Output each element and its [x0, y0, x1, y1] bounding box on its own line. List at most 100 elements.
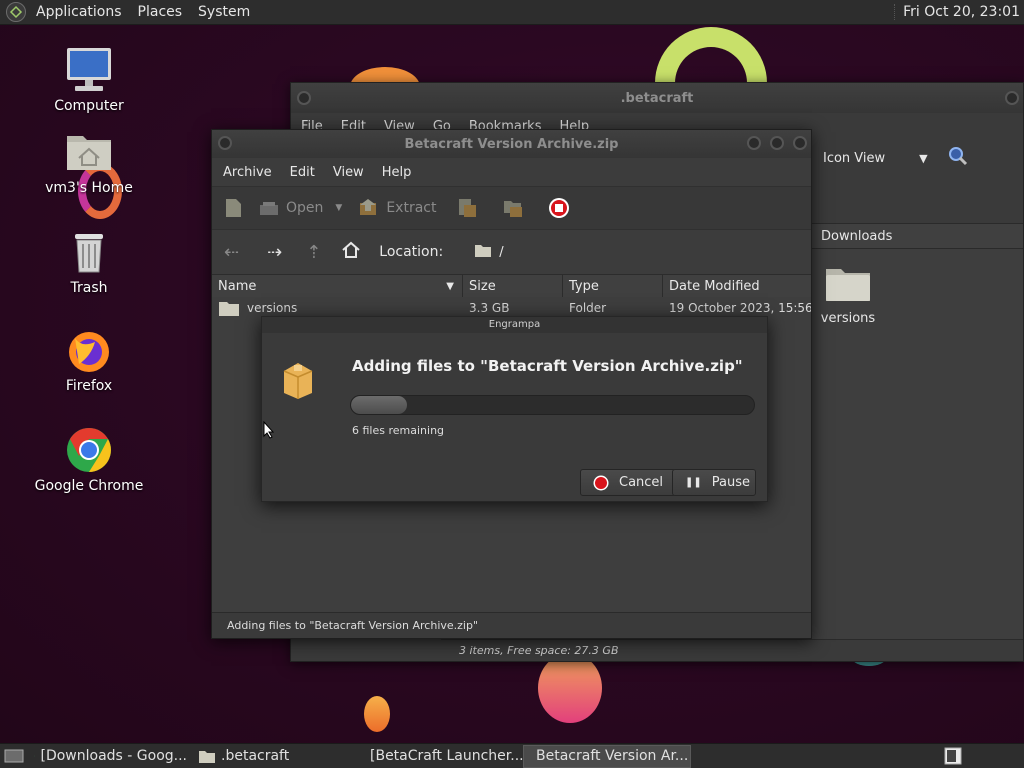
desktop-icon-label: vm3's Home: [45, 180, 133, 196]
firefox-icon: [65, 326, 113, 374]
home-icon[interactable]: [341, 240, 361, 264]
pause-label: Pause: [711, 475, 750, 490]
location-label: Location:: [379, 244, 444, 260]
computer-icon: [65, 46, 113, 94]
add-files-icon[interactable]: [456, 197, 478, 219]
location-bar: ⇠ ⇢ ⇡ Location: /: [212, 230, 811, 274]
window-menu-button[interactable]: [218, 136, 232, 150]
taskbar-item-archive[interactable]: Betacraft Version Ar...: [523, 744, 691, 768]
chrome-icon: [65, 426, 113, 474]
desktop-icon-firefox[interactable]: Firefox: [34, 326, 144, 394]
top-panel: Applications Places System Fri Oct 20, 2…: [0, 0, 1024, 25]
menu-edit[interactable]: Edit: [283, 165, 322, 180]
folder-icon: [199, 751, 215, 763]
pause-icon: ❚❚: [685, 477, 702, 488]
taskbar-item-label: .betacraft: [221, 748, 290, 764]
row-name: versions: [247, 301, 298, 315]
file-icon-view[interactable]: versions: [811, 249, 1023, 639]
desktop-icon-chrome[interactable]: Google Chrome: [34, 426, 144, 494]
new-archive-icon[interactable]: [222, 197, 244, 219]
add-folder-icon[interactable]: [502, 197, 524, 219]
mate-logo-icon[interactable]: [6, 2, 26, 22]
close-button[interactable]: [793, 136, 807, 150]
extract-icon[interactable]: [358, 197, 380, 219]
menu-places[interactable]: Places: [130, 0, 191, 25]
column-name[interactable]: Name ▼: [212, 275, 463, 297]
row-type: Folder: [569, 301, 607, 315]
archive-titlebar[interactable]: Betacraft Version Archive.zip: [212, 130, 811, 158]
path-bar[interactable]: Downloads: [811, 223, 1023, 249]
desktop-icon-label: Computer: [54, 98, 124, 114]
taskbar-item-launcher[interactable]: [BetaCraft Launcher...: [358, 745, 523, 768]
workspace-icon: [944, 747, 962, 765]
menu-help[interactable]: Help: [375, 165, 419, 180]
folder-icon: [219, 302, 239, 316]
mouse-pointer-icon: [263, 420, 275, 443]
cancel-icon: [593, 475, 609, 490]
path-segment-downloads[interactable]: Downloads: [821, 229, 892, 244]
stop-icon[interactable]: [548, 197, 570, 219]
column-type[interactable]: Type: [563, 275, 663, 297]
archive-toolbar: Open ▼ Extract: [212, 186, 811, 230]
menu-view[interactable]: View: [326, 165, 371, 180]
desktop-icon-label: Google Chrome: [34, 478, 144, 494]
desktop-icon-computer[interactable]: Computer: [34, 46, 144, 114]
view-mode-select[interactable]: Icon View: [823, 151, 885, 166]
trash-icon: [65, 228, 113, 276]
progress-bar: [350, 395, 755, 415]
column-size[interactable]: Size: [463, 275, 563, 297]
progress-dialog[interactable]: Engrampa Adding files to "Betacraft Vers…: [261, 316, 768, 502]
desktop-icon-label: Firefox: [65, 378, 113, 394]
file-manager-status: 3 items, Free space: 27.3 GB: [441, 639, 1023, 661]
progress-bar-fill: [351, 396, 408, 414]
workspace-switcher[interactable]: [944, 745, 962, 768]
wallpaper-pink-blob: [538, 653, 602, 723]
folder-item-versions[interactable]: versions: [815, 265, 881, 326]
minimize-button[interactable]: [747, 136, 761, 150]
file-manager-title: .betacraft: [620, 90, 694, 106]
dialog-title: Engrampa: [262, 317, 767, 333]
taskbar-item-downloads[interactable]: [Downloads - Goog...: [28, 745, 193, 768]
cancel-button[interactable]: Cancel: [580, 469, 677, 496]
location-path[interactable]: /: [499, 245, 503, 260]
dialog-heading: Adding files to "Betacraft Version Archi…: [352, 357, 743, 375]
taskbar-item-label: [Downloads - Goog...: [40, 748, 187, 764]
open-button[interactable]: Open: [286, 200, 323, 216]
show-desktop-button[interactable]: [0, 745, 28, 768]
close-button[interactable]: [1005, 91, 1019, 105]
sort-descending-icon[interactable]: ▼: [446, 275, 454, 299]
taskbar-item-label: Betacraft Version Ar...: [536, 748, 689, 764]
row-size: 3.3 GB: [469, 301, 510, 315]
open-dropdown-icon[interactable]: ▼: [335, 203, 342, 213]
pause-button[interactable]: ❚❚ Pause: [672, 469, 756, 496]
files-remaining: 6 files remaining: [352, 424, 445, 437]
archive-window-title: Betacraft Version Archive.zip: [404, 136, 619, 152]
wallpaper-small-blob: [364, 696, 390, 732]
desktop-icon-trash[interactable]: Trash: [34, 228, 144, 296]
archive-status: Adding files to "Betacraft Version Archi…: [212, 612, 811, 638]
open-icon[interactable]: [258, 197, 280, 219]
forward-arrow-icon[interactable]: ⇢: [267, 242, 282, 263]
column-modified[interactable]: Date Modified: [663, 275, 811, 297]
search-icon[interactable]: [948, 146, 968, 170]
back-arrow-icon[interactable]: ⇠: [224, 242, 239, 263]
archive-menubar: Archive Edit View Help: [212, 158, 811, 186]
cancel-label: Cancel: [619, 475, 664, 490]
clock[interactable]: Fri Oct 20, 23:01: [894, 4, 1024, 20]
extract-button[interactable]: Extract: [386, 200, 436, 216]
menu-applications[interactable]: Applications: [28, 0, 130, 25]
up-arrow-icon[interactable]: ⇡: [306, 242, 321, 263]
row-modified: 19 October 2023, 15:56: [669, 301, 811, 315]
menu-system[interactable]: System: [190, 0, 258, 25]
chevron-down-icon[interactable]: ▼: [919, 152, 927, 165]
view-mode-toolbar: Icon View ▼: [811, 139, 1023, 177]
folder-icon: [475, 243, 492, 261]
maximize-button[interactable]: [770, 136, 784, 150]
desktop-icon-home[interactable]: vm3's Home: [34, 128, 144, 196]
file-manager-titlebar[interactable]: .betacraft: [291, 83, 1023, 113]
archive-icon: [280, 359, 316, 403]
taskbar-item-betacraft-folder[interactable]: .betacraft: [193, 745, 358, 768]
menu-archive[interactable]: Archive: [216, 165, 279, 180]
window-menu-button[interactable]: [297, 91, 311, 105]
folder-icon: [826, 269, 870, 301]
